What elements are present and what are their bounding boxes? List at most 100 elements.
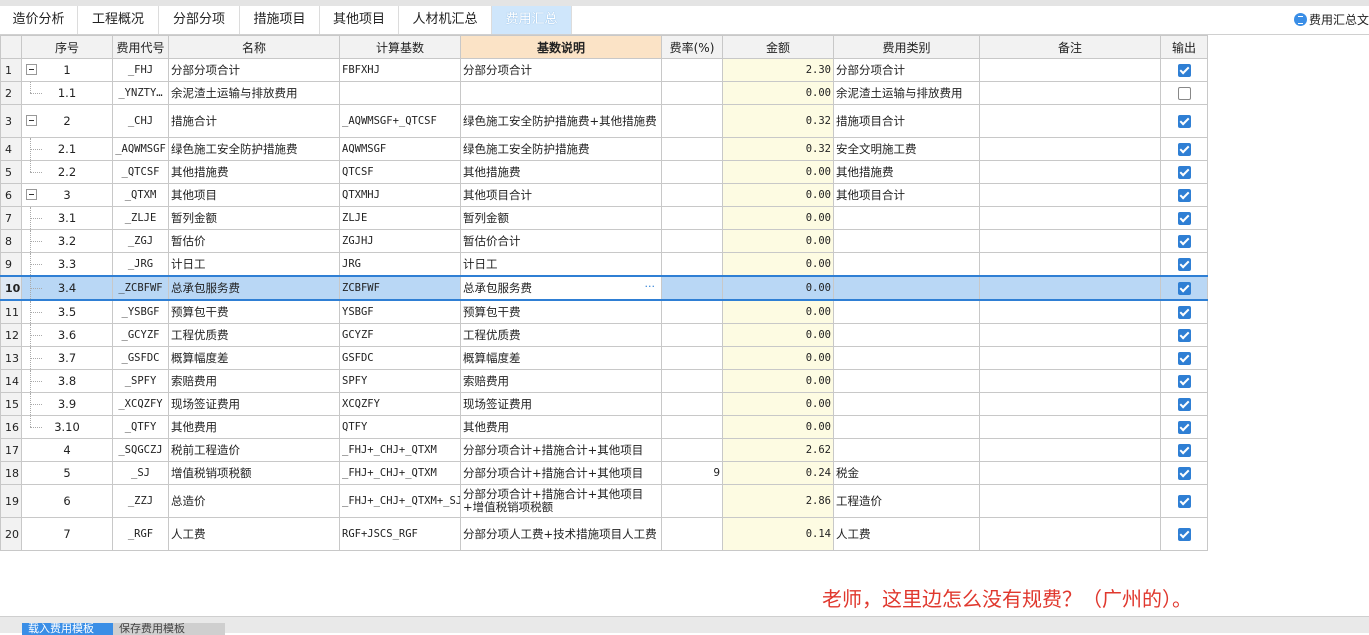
name-cell[interactable]: 计日工 xyxy=(168,252,340,277)
base-cell[interactable]: _FHJ+_CHJ+_QTXM xyxy=(339,438,461,462)
rate-cell[interactable] xyxy=(661,415,723,439)
rate-cell[interactable] xyxy=(661,206,723,230)
output-cell[interactable] xyxy=(1160,229,1208,253)
base-cell[interactable]: QTXMHJ xyxy=(339,183,461,207)
note-cell[interactable] xyxy=(979,346,1161,370)
header-seq[interactable]: 序号 xyxy=(21,35,113,59)
base-cell[interactable]: GSFDC xyxy=(339,346,461,370)
amount-cell[interactable]: 0.00 xyxy=(722,81,834,105)
base-desc-cell[interactable]: 分部分项合计+措施合计+其他项目 xyxy=(460,461,662,485)
output-cell[interactable] xyxy=(1160,252,1208,277)
seq-cell[interactable]: 7 xyxy=(21,517,113,551)
output-cell[interactable] xyxy=(1160,484,1208,518)
base-desc-cell[interactable]: 概算幅度差 xyxy=(460,346,662,370)
header-name[interactable]: 名称 xyxy=(168,35,340,59)
table-row[interactable]: 15 3.9 _XCQZFY 现场签证费用 XCQZFY 现场签证费用 0.00 xyxy=(0,392,1208,416)
amount-cell[interactable]: 2.30 xyxy=(722,58,834,82)
tab-materials-summary[interactable]: 人材机汇总 xyxy=(399,6,492,34)
code-cell[interactable]: _QTFY xyxy=(112,415,169,439)
header-amount[interactable]: 金额 xyxy=(722,35,834,59)
base-desc-cell[interactable] xyxy=(460,81,662,105)
base-cell[interactable]: _FHJ+_CHJ+_QTXM+_SJ xyxy=(339,484,461,518)
output-cell[interactable] xyxy=(1160,206,1208,230)
base-cell[interactable] xyxy=(339,81,461,105)
base-desc-cell[interactable]: 暂估价合计 xyxy=(460,229,662,253)
table-row[interactable]: 10 3.4 _ZCBFWF 总承包服务费 ZCBFWF 总承包服务费 ··· 0.00 xyxy=(0,275,1208,301)
note-cell[interactable] xyxy=(979,415,1161,439)
name-cell[interactable]: 工程优质费 xyxy=(168,323,340,347)
note-cell[interactable] xyxy=(979,392,1161,416)
output-cell[interactable] xyxy=(1160,517,1208,551)
base-desc-cell[interactable]: 暂列金额 xyxy=(460,206,662,230)
base-cell[interactable]: ZGJHJ xyxy=(339,229,461,253)
seq-cell[interactable]: 5 xyxy=(21,461,113,485)
output-cell[interactable] xyxy=(1160,392,1208,416)
table-row[interactable]: 19 6 _ZZJ 总造价 _FHJ+_CHJ+_QTXM+_SJ 分部分项合计+措施合计… xyxy=(0,484,1208,518)
rate-cell[interactable] xyxy=(661,346,723,370)
code-cell[interactable]: _SQGCZJ xyxy=(112,438,169,462)
table-row[interactable]: 20 7 _RGF 人工费 RGF+JSCS_RGF 分部分项人工费+技术措施项目人工费 0… xyxy=(0,517,1208,551)
seq-cell[interactable]: 2 xyxy=(21,104,113,138)
code-cell[interactable]: _YSBGF xyxy=(112,299,169,324)
name-cell[interactable]: 概算幅度差 xyxy=(168,346,340,370)
tab-sub-items[interactable]: 分部分项 xyxy=(159,6,240,34)
rate-cell[interactable] xyxy=(661,229,723,253)
category-cell[interactable]: 其他项目合计 xyxy=(833,183,980,207)
base-cell[interactable]: JRG xyxy=(339,252,461,277)
base-desc-cell[interactable]: 预算包干费 xyxy=(460,299,662,324)
category-cell[interactable]: 分部分项合计 xyxy=(833,58,980,82)
base-desc-cell[interactable]: 其他费用 xyxy=(460,415,662,439)
base-desc-cell[interactable]: 分部分项人工费+技术措施项目人工费 xyxy=(460,517,662,551)
note-cell[interactable] xyxy=(979,517,1161,551)
code-cell[interactable]: _QTXM xyxy=(112,183,169,207)
note-cell[interactable] xyxy=(979,438,1161,462)
header-base[interactable]: 计算基数 xyxy=(339,35,461,59)
category-cell[interactable] xyxy=(833,206,980,230)
table-row[interactable]: 3 2 _CHJ 措施合计 _AQWMSGF+_QTCSF 绿色施工安全防护措施费+其他措… xyxy=(0,104,1208,138)
output-checkbox[interactable] xyxy=(1177,64,1191,77)
category-cell[interactable] xyxy=(833,346,980,370)
category-cell[interactable] xyxy=(833,438,980,462)
code-cell[interactable]: _YNZTY… xyxy=(112,81,169,105)
seq-cell[interactable]: 3.8 xyxy=(21,369,113,393)
name-cell[interactable]: 增值税销项税额 xyxy=(168,461,340,485)
category-cell[interactable] xyxy=(833,369,980,393)
base-desc-cell[interactable]: 分部分项合计+措施合计+其他项目 xyxy=(460,438,662,462)
name-cell[interactable]: 分部分项合计 xyxy=(168,58,340,82)
output-cell[interactable] xyxy=(1160,81,1208,105)
note-cell[interactable] xyxy=(979,104,1161,138)
note-cell[interactable] xyxy=(979,81,1161,105)
table-row[interactable]: 2 1.1 _YNZTY… 余泥渣土运输与排放费用 0.00 余泥渣土运输与排放费用 xyxy=(0,81,1208,105)
amount-cell[interactable]: 0.00 xyxy=(722,229,834,253)
output-cell[interactable] xyxy=(1160,299,1208,324)
output-checkbox[interactable] xyxy=(1177,398,1191,411)
category-cell[interactable]: 工程造价 xyxy=(833,484,980,518)
name-cell[interactable]: 余泥渣土运输与排放费用 xyxy=(168,81,340,105)
seq-cell[interactable]: 3.9 xyxy=(21,392,113,416)
collapse-toggle-icon[interactable] xyxy=(26,64,37,75)
note-cell[interactable] xyxy=(979,461,1161,485)
base-desc-cell[interactable]: 现场签证费用 xyxy=(460,392,662,416)
output-checkbox[interactable] xyxy=(1177,166,1191,179)
collapse-toggle-icon[interactable] xyxy=(26,115,37,126)
output-checkbox[interactable] xyxy=(1177,444,1191,457)
category-cell[interactable] xyxy=(833,323,980,347)
base-cell[interactable]: _FHJ+_CHJ+_QTXM xyxy=(339,461,461,485)
base-cell[interactable]: ZCBFWF xyxy=(339,275,461,301)
tab-other-items[interactable]: 其他项目 xyxy=(320,6,399,34)
category-cell[interactable]: 税金 xyxy=(833,461,980,485)
code-cell[interactable]: _XCQZFY xyxy=(112,392,169,416)
code-cell[interactable]: _GCYZF xyxy=(112,323,169,347)
note-cell[interactable] xyxy=(979,229,1161,253)
base-desc-cell[interactable]: 索赔费用 xyxy=(460,369,662,393)
name-cell[interactable]: 其他项目 xyxy=(168,183,340,207)
base-cell[interactable]: QTFY xyxy=(339,415,461,439)
category-cell[interactable] xyxy=(833,415,980,439)
name-cell[interactable]: 人工费 xyxy=(168,517,340,551)
header-code[interactable]: 费用代号 xyxy=(112,35,169,59)
seq-cell[interactable]: 3 xyxy=(21,183,113,207)
code-cell[interactable]: _RGF xyxy=(112,517,169,551)
rate-cell[interactable] xyxy=(661,104,723,138)
output-cell[interactable] xyxy=(1160,369,1208,393)
table-row[interactable]: 13 3.7 _GSFDC 概算幅度差 GSFDC 概算幅度差 0.00 xyxy=(0,346,1208,370)
